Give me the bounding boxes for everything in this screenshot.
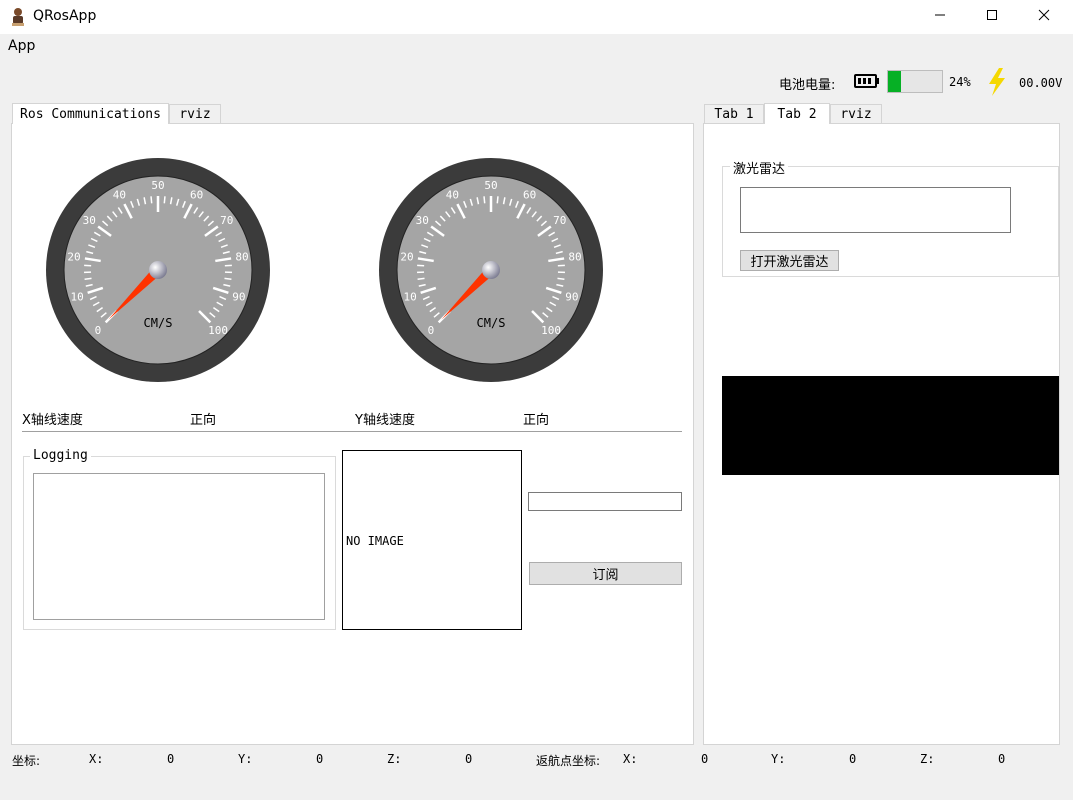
battery-icon bbox=[854, 73, 880, 93]
lidar-view bbox=[722, 376, 1059, 475]
y-speed-label: Y轴线速度 bbox=[355, 413, 415, 428]
lidar-title: 激光雷达 bbox=[730, 158, 789, 177]
return-coord-y-value: 0 bbox=[849, 752, 857, 766]
gauge-minor-tick bbox=[224, 277, 232, 281]
close-icon bbox=[1038, 9, 1050, 25]
voltage-value: 00.00V bbox=[1019, 76, 1063, 90]
coord-x-label: X: bbox=[89, 752, 104, 766]
battery-progress-bar bbox=[887, 70, 943, 93]
gauge-minor-tick bbox=[163, 196, 166, 204]
lidar-field[interactable] bbox=[740, 187, 1011, 233]
x-speed-label: X轴线速度 bbox=[22, 413, 83, 428]
gauge-tick-label: 20 bbox=[67, 251, 80, 264]
logging-title: Logging bbox=[30, 448, 91, 463]
menu-bar bbox=[0, 34, 1073, 58]
subscribe-button[interactable]: 订阅 bbox=[529, 562, 682, 585]
gauge-tick-label: 0 bbox=[95, 324, 102, 337]
tab-1[interactable]: Tab 1 bbox=[704, 104, 764, 124]
coord-y-value: 0 bbox=[316, 752, 324, 766]
gauge-tick-label: 70 bbox=[220, 214, 233, 227]
return-coord-y-label: Y: bbox=[771, 752, 786, 766]
gauge-tick-label: 80 bbox=[235, 251, 248, 264]
no-image-label: NO IMAGE bbox=[346, 534, 404, 548]
menu-app[interactable]: App bbox=[8, 38, 35, 54]
gauge-tick-label: 0 bbox=[428, 324, 435, 337]
coord-z-value: 0 bbox=[465, 752, 473, 766]
gauge-minor-tick bbox=[417, 277, 425, 281]
maximize-button[interactable] bbox=[969, 0, 1015, 34]
tab-ros-communications[interactable]: Ros Communications bbox=[12, 103, 169, 124]
gauge-tick-label: 10 bbox=[71, 290, 84, 303]
coord-z-label: Z: bbox=[387, 752, 402, 766]
logging-list[interactable] bbox=[33, 473, 325, 620]
gauge-hub bbox=[149, 261, 167, 279]
y-speed-gauge: 0 10 20 30 40 50 60 70 80 90 100 CM/S bbox=[379, 158, 603, 382]
coord-label: 坐标: bbox=[12, 754, 41, 768]
gauge-tick-label: 90 bbox=[232, 290, 245, 303]
gauge-minor-tick bbox=[84, 277, 92, 281]
gauge-hub bbox=[482, 261, 500, 279]
gauge-tick-label: 50 bbox=[484, 179, 497, 192]
gauge-tick-label: 80 bbox=[568, 251, 581, 264]
coord-y-label: Y: bbox=[238, 752, 253, 766]
close-button[interactable] bbox=[1021, 0, 1067, 34]
gauge-minor-tick bbox=[557, 277, 565, 281]
gauge-minor-tick bbox=[496, 196, 499, 204]
gauge-tick-label: 40 bbox=[113, 188, 126, 201]
gauge-tick-label: 100 bbox=[541, 324, 561, 337]
tab-rviz-right[interactable]: rviz bbox=[830, 104, 882, 124]
topic-input[interactable] bbox=[528, 492, 682, 511]
gauge-tick-label: 30 bbox=[83, 214, 96, 227]
gauge-tick-label: 70 bbox=[553, 214, 566, 227]
coord-x-value: 0 bbox=[167, 752, 175, 766]
battery-label: 电池电量: bbox=[779, 78, 836, 93]
gauge-tick-label: 10 bbox=[404, 290, 417, 303]
gauge-tick-label: 60 bbox=[523, 188, 536, 201]
return-coord-z-label: Z: bbox=[920, 752, 935, 766]
gauge-tick-label: 100 bbox=[208, 324, 228, 337]
battery-progress-fill bbox=[888, 71, 901, 92]
window-title: QRosApp bbox=[33, 8, 97, 24]
return-coord-x-value: 0 bbox=[701, 752, 709, 766]
open-lidar-button[interactable]: 打开激光雷达 bbox=[740, 250, 839, 271]
gauge-minor-tick bbox=[150, 196, 153, 204]
divider bbox=[22, 431, 682, 432]
gauge-tick-label: 40 bbox=[446, 188, 459, 201]
battery-percent: 24% bbox=[949, 75, 971, 89]
return-coord-z-value: 0 bbox=[998, 752, 1006, 766]
gauge-unit-label: CM/S bbox=[477, 316, 506, 330]
maximize-icon bbox=[986, 9, 998, 25]
y-speed-direction: 正向 bbox=[523, 413, 550, 428]
gauge-tick-label: 20 bbox=[400, 251, 413, 264]
tab-2[interactable]: Tab 2 bbox=[764, 103, 830, 124]
minimize-icon bbox=[934, 9, 946, 25]
x-speed-gauge: 0 10 20 30 40 50 60 70 80 90 100 CM/S bbox=[46, 158, 270, 382]
lightning-icon bbox=[986, 68, 1008, 100]
return-coord-label: 返航点坐标: bbox=[536, 754, 601, 768]
minimize-button[interactable] bbox=[917, 0, 963, 34]
gauge-tick-label: 50 bbox=[151, 179, 164, 192]
gauge-tick-label: 90 bbox=[565, 290, 578, 303]
gauge-minor-tick bbox=[483, 196, 486, 204]
robot-icon bbox=[8, 7, 28, 27]
gauge-unit-label: CM/S bbox=[144, 316, 173, 330]
tab-rviz-left[interactable]: rviz bbox=[169, 104, 221, 124]
title-bar bbox=[0, 0, 1073, 34]
gauge-tick-label: 30 bbox=[416, 214, 429, 227]
gauge-tick-label: 60 bbox=[190, 188, 203, 201]
return-coord-x-label: X: bbox=[623, 752, 638, 766]
x-speed-direction: 正向 bbox=[190, 413, 217, 428]
